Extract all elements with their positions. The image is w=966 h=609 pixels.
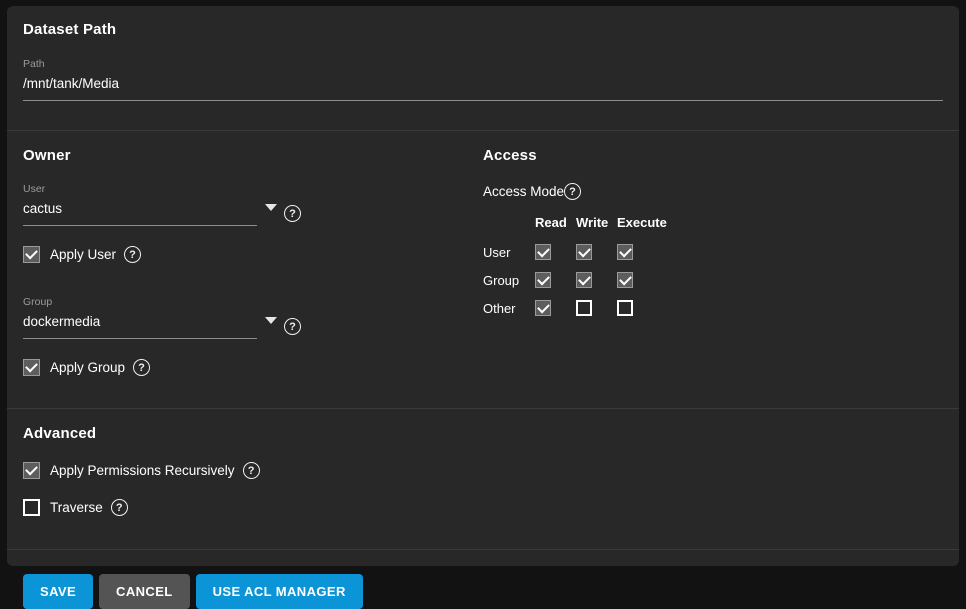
save-button[interactable]: SAVE [23,574,93,609]
checkbox-other-execute[interactable] [617,300,633,316]
apply-group-row: Apply Group ? [23,359,483,376]
matrix-cell [576,244,617,260]
checkbox-user-read[interactable] [535,244,551,260]
access-mode-help-icon[interactable]: ? [564,183,581,200]
matrix-cell [535,300,576,316]
dataset-path-title: Dataset Path [23,21,943,38]
matrix-cell [535,272,576,288]
recursive-row: Apply Permissions Recursively ? [23,462,943,479]
group-help-icon[interactable]: ? [284,318,301,335]
section-dataset-path: Dataset Path Path [23,6,943,130]
advanced-title: Advanced [23,425,943,442]
cancel-button[interactable]: CANCEL [99,574,190,609]
access-row-label-group: Group [483,273,535,288]
access-title: Access [483,147,943,164]
matrix-corner [483,223,535,225]
checkbox-user-write[interactable] [576,244,592,260]
user-field [23,199,257,226]
apply-user-help-icon[interactable]: ? [124,246,141,263]
recursive-checkbox[interactable] [23,462,40,479]
matrix-cell [576,272,617,288]
recursive-label: Apply Permissions Recursively [50,463,235,478]
apply-group-checkbox[interactable] [23,359,40,376]
matrix-col-execute: Execute [617,215,677,232]
user-dropdown-caret-icon[interactable] [265,204,277,211]
matrix-cell [617,272,677,288]
group-label: Group [23,296,483,308]
matrix-col-write: Write [576,215,617,232]
apply-user-checkbox[interactable] [23,246,40,263]
matrix-cell [617,300,677,316]
apply-user-row: Apply User ? [23,246,483,263]
access-mode-label: Access Mode [483,184,564,199]
path-field [23,74,943,101]
apply-group-help-icon[interactable]: ? [133,359,150,376]
access-matrix: Read Write Execute User Group Other [483,215,943,316]
checkbox-user-execute[interactable] [617,244,633,260]
traverse-row: Traverse ? [23,499,943,516]
checkbox-group-write[interactable] [576,272,592,288]
path-label: Path [23,58,943,70]
checkbox-other-write[interactable] [576,300,592,316]
user-label: User [23,183,483,195]
apply-group-label: Apply Group [50,360,125,375]
checkbox-group-read[interactable] [535,272,551,288]
traverse-label: Traverse [50,500,103,515]
access-column: Access Access Mode ? Read Write Execute … [483,147,943,376]
matrix-cell [535,244,576,260]
section-owner-access: Owner User ? Apply User ? Group [23,131,943,408]
checkbox-group-execute[interactable] [617,272,633,288]
group-field [23,312,257,339]
matrix-cell [576,300,617,316]
apply-user-label: Apply User [50,247,116,262]
checkbox-other-read[interactable] [535,300,551,316]
matrix-col-read: Read [535,215,576,232]
matrix-cell [617,244,677,260]
use-acl-manager-button[interactable]: USE ACL MANAGER [196,574,363,609]
owner-title: Owner [23,147,483,164]
owner-column: Owner User ? Apply User ? Group [23,147,483,376]
user-input[interactable] [23,201,257,216]
access-row-label-other: Other [483,301,535,316]
traverse-help-icon[interactable]: ? [111,499,128,516]
access-row-label-user: User [483,245,535,260]
group-input[interactable] [23,314,257,329]
action-buttons: SAVE CANCEL USE ACL MANAGER [23,550,943,609]
recursive-help-icon[interactable]: ? [243,462,260,479]
path-input[interactable] [23,76,943,91]
traverse-checkbox[interactable] [23,499,40,516]
user-help-icon[interactable]: ? [284,205,301,222]
group-dropdown-caret-icon[interactable] [265,317,277,324]
permissions-form-card: Dataset Path Path Owner User ? Apply Use… [7,6,959,566]
section-advanced: Advanced Apply Permissions Recursively ?… [23,409,943,549]
